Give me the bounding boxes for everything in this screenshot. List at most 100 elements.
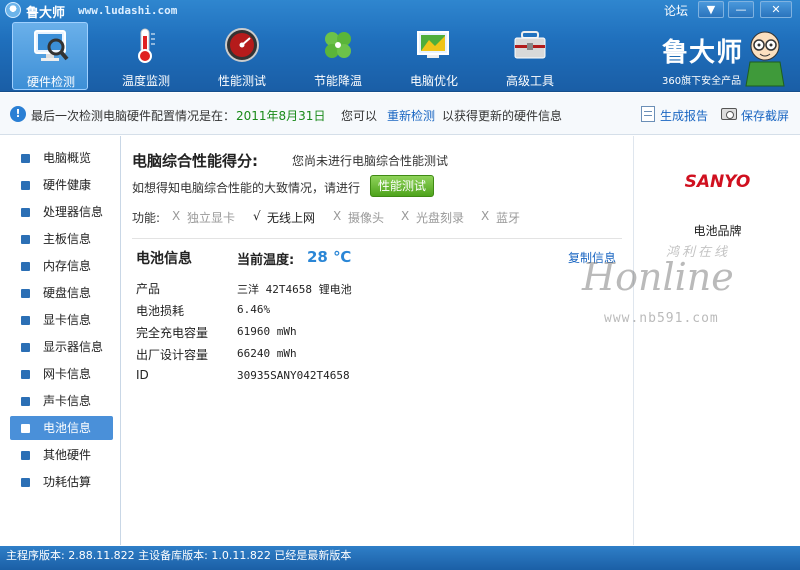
temperature-value: 28 ℃ (307, 248, 352, 266)
status-bar: 主程序版本: 2.88.11.822 主设备库版本: 1.0.11.822 已经… (0, 546, 800, 570)
feature-mark: √ (253, 209, 261, 223)
sidebar-item-label: 电脑概览 (43, 151, 92, 165)
square-bullet-icon (21, 289, 30, 298)
sidebar-item-label: 其他硬件 (43, 448, 92, 462)
sidebar-item-display[interactable]: 显示器信息 (10, 335, 113, 359)
tool-label: 硬件检测 (26, 75, 75, 89)
forum-link[interactable]: 论坛 (664, 2, 688, 19)
save-screenshot-link[interactable]: 保存截屏 (741, 107, 789, 124)
square-bullet-icon (21, 343, 30, 352)
tool-temperature[interactable]: 温度监测 (108, 22, 184, 90)
tool-optimize[interactable]: 电脑优化 (396, 22, 472, 90)
sidebar-item-label: 网卡信息 (43, 367, 92, 381)
sidebar-item-gpu[interactable]: 显卡信息 (10, 308, 113, 332)
row-value-product: 三洋 42T4658 锂电池 (237, 283, 352, 296)
brand-logo-text: 鲁大师 (662, 38, 744, 68)
square-bullet-icon (21, 370, 30, 379)
tool-performance[interactable]: 性能测试 (204, 22, 280, 90)
window-close-button[interactable]: ✕ (760, 1, 792, 18)
mascot-icon (745, 31, 785, 87)
tool-energy-saving[interactable]: 节能降温 (300, 22, 376, 90)
sidebar-item-motherboard[interactable]: 主板信息 (10, 227, 113, 251)
row-value-design-capacity: 66240 mWh (237, 347, 297, 360)
sidebar-item-cpu[interactable]: 处理器信息 (10, 200, 113, 224)
tool-label: 温度监测 (121, 74, 170, 88)
sidebar-item-label: 声卡信息 (43, 394, 92, 408)
main-panel: 电脑综合性能得分: 您尚未进行电脑综合性能测试 如想得知电脑综合性能的大致情况，… (122, 136, 632, 545)
app-title: 鲁大师 (26, 6, 66, 21)
sidebar-item-label: 功耗估算 (43, 475, 92, 489)
sidebar-item-overview[interactable]: 电脑概览 (10, 146, 113, 170)
window-optimize-icon (417, 31, 449, 58)
tool-hardware-detect[interactable]: 硬件检测 (12, 22, 88, 90)
sidebar-item-battery[interactable]: 电池信息 (10, 416, 113, 440)
feature-mark: X (481, 209, 490, 223)
row-label-wear: 电池损耗 (136, 304, 185, 318)
main-toolbar: 硬件检测 温度监测 性能测试 节能降温 电脑优化 高级工具 (12, 22, 572, 92)
sidebar-item-label: 硬件健康 (43, 178, 92, 192)
tool-label: 电脑优化 (409, 74, 458, 88)
features-label: 功能: (132, 211, 161, 225)
watermark: 鸿利在线 Honline www.nb591.com (570, 235, 795, 335)
notice-prefix: 最后一次检测电脑硬件配置情况是在： (31, 109, 236, 123)
score-description: 如想得知电脑综合性能的大致情况，请进行 (132, 181, 361, 195)
app-url: www.ludashi.com (78, 4, 178, 17)
sidebar-item-label: 处理器信息 (43, 205, 104, 219)
sidebar-item-other[interactable]: 其他硬件 (10, 443, 113, 467)
sidebar-item-health[interactable]: 硬件健康 (10, 173, 113, 197)
square-bullet-icon (21, 235, 30, 244)
brand-subtitle: 360旗下安全产品 (662, 76, 742, 87)
square-bullet-icon (21, 181, 30, 190)
window-menu-button[interactable]: ▼ (698, 1, 724, 18)
score-note: 您尚未进行电脑综合性能测试 (292, 154, 449, 168)
sidebar-item-label: 显卡信息 (43, 313, 92, 327)
feature-camera: 摄像头 (348, 211, 385, 225)
notice-suffix: 以获得更新的硬件信息 (442, 109, 563, 123)
performance-test-button[interactable]: 性能测试 (370, 175, 434, 197)
feature-wireless: 无线上网 (267, 211, 316, 225)
sidebar-item-label: 显示器信息 (43, 340, 104, 354)
sidebar-item-label: 电池信息 (43, 421, 92, 435)
toolbox-icon (514, 31, 546, 59)
sidebar-item-disk[interactable]: 硬盘信息 (10, 281, 113, 305)
sidebar: 电脑概览 硬件健康 处理器信息 主板信息 内存信息 硬盘信息 显卡信息 显示器信… (0, 136, 121, 545)
monitor-magnifier-icon (34, 30, 69, 61)
sidebar-item-network[interactable]: 网卡信息 (10, 362, 113, 386)
report-icon (641, 106, 655, 122)
sidebar-item-memory[interactable]: 内存信息 (10, 254, 113, 278)
square-bullet-icon (21, 478, 30, 487)
row-value-id: 30935SANY042T4658 (237, 369, 350, 382)
watermark-url: www.nb591.com (604, 311, 719, 326)
sidebar-item-sound[interactable]: 声卡信息 (10, 389, 113, 413)
info-icon: ! (10, 106, 26, 122)
notice-bar: ! 最后一次检测电脑硬件配置情况是在： 2011年8月31日 您可以 重新检测 … (0, 93, 800, 135)
square-bullet-icon (21, 154, 30, 163)
row-value-full-capacity: 61960 mWh (237, 325, 297, 338)
tool-label: 性能测试 (217, 74, 266, 88)
right-panel: SANYO 电池品牌 (633, 136, 800, 545)
square-bullet-icon (21, 397, 30, 406)
temperature-label: 当前温度: (237, 253, 295, 268)
redetect-link[interactable]: 重新检测 (387, 107, 435, 124)
tool-label: 节能降温 (313, 74, 362, 88)
sidebar-item-power[interactable]: 功耗估算 (10, 470, 113, 494)
divider (132, 238, 622, 239)
square-bullet-icon (21, 262, 30, 271)
watermark-english: Honline (582, 255, 734, 299)
feature-mark: X (172, 209, 181, 223)
last-detect-date: 2011年8月31日 (236, 109, 326, 123)
generate-report-link[interactable]: 生成报告 (660, 107, 708, 124)
feature-bluetooth: 蓝牙 (496, 211, 521, 225)
tool-label: 高级工具 (505, 74, 554, 88)
sidebar-item-label: 硬盘信息 (43, 286, 92, 300)
tool-advanced[interactable]: 高级工具 (492, 22, 568, 90)
notice-middle: 您可以 (341, 109, 378, 123)
thermometer-icon (138, 28, 155, 63)
square-bullet-icon (21, 316, 30, 325)
battery-info-title: 电池信息 (136, 251, 192, 267)
square-bullet-icon (21, 451, 30, 460)
clover-icon (325, 32, 351, 58)
row-label-id: ID (136, 368, 149, 382)
window-minimize-button[interactable]: — (728, 1, 754, 18)
row-value-wear: 6.46% (237, 303, 271, 316)
